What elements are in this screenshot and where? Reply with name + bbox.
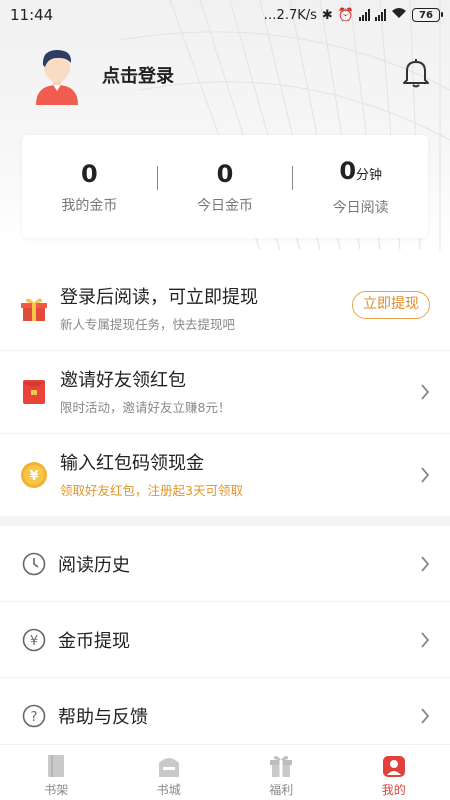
menu-label: 阅读历史 bbox=[58, 554, 130, 576]
withdraw-now-button[interactable]: 立即提现 bbox=[352, 291, 430, 319]
login-link[interactable]: 点击登录 bbox=[102, 62, 174, 88]
bluetooth-icon: ✱ bbox=[321, 7, 333, 23]
profile-header: 点击登录 bbox=[0, 40, 450, 110]
tab-bookstore[interactable]: 书城 bbox=[113, 745, 226, 800]
yuan-icon: ¥ bbox=[22, 628, 46, 651]
battery-icon: 76 bbox=[412, 8, 443, 22]
tab-label: 我的 bbox=[381, 783, 406, 797]
stat-label: 今日金币 bbox=[197, 197, 253, 214]
menu-coin-withdraw[interactable]: ¥ 金币提现 bbox=[0, 602, 450, 678]
avatar[interactable] bbox=[30, 45, 84, 105]
stat-unit: 分钟 bbox=[356, 168, 383, 183]
svg-text:¥: ¥ bbox=[29, 469, 38, 484]
bell-icon[interactable] bbox=[402, 58, 430, 88]
tab-label: 书城 bbox=[156, 783, 181, 797]
task-subtitle: 限时活动，邀请好友立赚8元！ bbox=[60, 399, 231, 415]
stat-today-reading[interactable]: 0分钟 今日阅读 bbox=[293, 156, 428, 217]
tab-label: 福利 bbox=[269, 783, 294, 797]
stat-my-coins[interactable]: 0 我的金币 bbox=[22, 159, 157, 215]
svg-text:¥: ¥ bbox=[30, 634, 38, 649]
bottom-tab-bar: 书架 书城 福利 我的 bbox=[0, 744, 450, 800]
question-icon: ? bbox=[22, 704, 46, 727]
network-speed: …2.7K/s bbox=[263, 7, 317, 23]
clock-icon bbox=[22, 552, 46, 575]
chevron-right-icon bbox=[421, 555, 430, 572]
stat-value: 0 bbox=[80, 159, 98, 188]
signal-icon bbox=[359, 9, 370, 21]
stat-label: 我的金币 bbox=[61, 197, 118, 214]
task-invite-friends[interactable]: 邀请好友领红包 限时活动，邀请好友立赚8元！ bbox=[0, 351, 450, 434]
tab-label: 书架 bbox=[44, 783, 69, 797]
wifi-icon bbox=[391, 7, 407, 23]
task-title: 邀请好友领红包 bbox=[60, 369, 186, 391]
menu-help-feedback[interactable]: ? 帮助与反馈 bbox=[0, 678, 450, 754]
chevron-right-icon bbox=[421, 707, 430, 724]
signal-icon-2 bbox=[375, 9, 386, 21]
red-envelope-icon bbox=[20, 378, 48, 406]
chevron-right-icon bbox=[421, 631, 430, 648]
task-title: 输入红包码领现金 bbox=[60, 452, 204, 474]
menu-label: 金币提现 bbox=[58, 630, 130, 652]
tab-mine[interactable]: 我的 bbox=[338, 745, 450, 800]
alarm-icon: ⏰ bbox=[337, 7, 354, 23]
chevron-right-icon bbox=[421, 467, 430, 483]
svg-text:?: ? bbox=[31, 710, 38, 725]
status-time: 11:44 bbox=[10, 6, 54, 24]
status-indicators: …2.7K/s ✱ ⏰ 76 bbox=[263, 7, 443, 23]
stat-value: 0 bbox=[216, 159, 234, 188]
task-redeem-code[interactable]: ¥ 输入红包码领现金 领取好友红包，注册起3天可领取 bbox=[0, 434, 450, 517]
gift-icon bbox=[270, 756, 293, 777]
tab-bookshelf[interactable]: 书架 bbox=[0, 745, 113, 800]
stat-label: 今日阅读 bbox=[332, 200, 389, 216]
gift-icon bbox=[20, 295, 48, 323]
chevron-right-icon bbox=[421, 384, 430, 400]
bookshelf-icon bbox=[48, 755, 65, 777]
tab-welfare[interactable]: 福利 bbox=[225, 745, 338, 800]
stats-card: 0 我的金币 0 今日金币 0分钟 今日阅读 bbox=[22, 135, 428, 238]
task-subtitle: 领取好友红包，注册起3天可领取 bbox=[60, 482, 243, 498]
yuan-coin-icon: ¥ bbox=[20, 461, 48, 489]
task-login-withdraw[interactable]: 登录后阅读，可立即提现 新人专属提现任务，快去提现吧 立即提现 bbox=[0, 268, 450, 351]
menu-label: 帮助与反馈 bbox=[58, 706, 148, 728]
menu-reading-history[interactable]: 阅读历史 bbox=[0, 526, 450, 602]
section-divider bbox=[0, 516, 450, 526]
stat-today-coins[interactable]: 0 今日金币 bbox=[158, 159, 293, 215]
bookstore-icon bbox=[158, 758, 179, 777]
profile-icon bbox=[382, 756, 405, 777]
status-bar: 11:44 …2.7K/s ✱ ⏰ 76 bbox=[0, 0, 450, 30]
stat-value: 0 bbox=[339, 157, 357, 185]
